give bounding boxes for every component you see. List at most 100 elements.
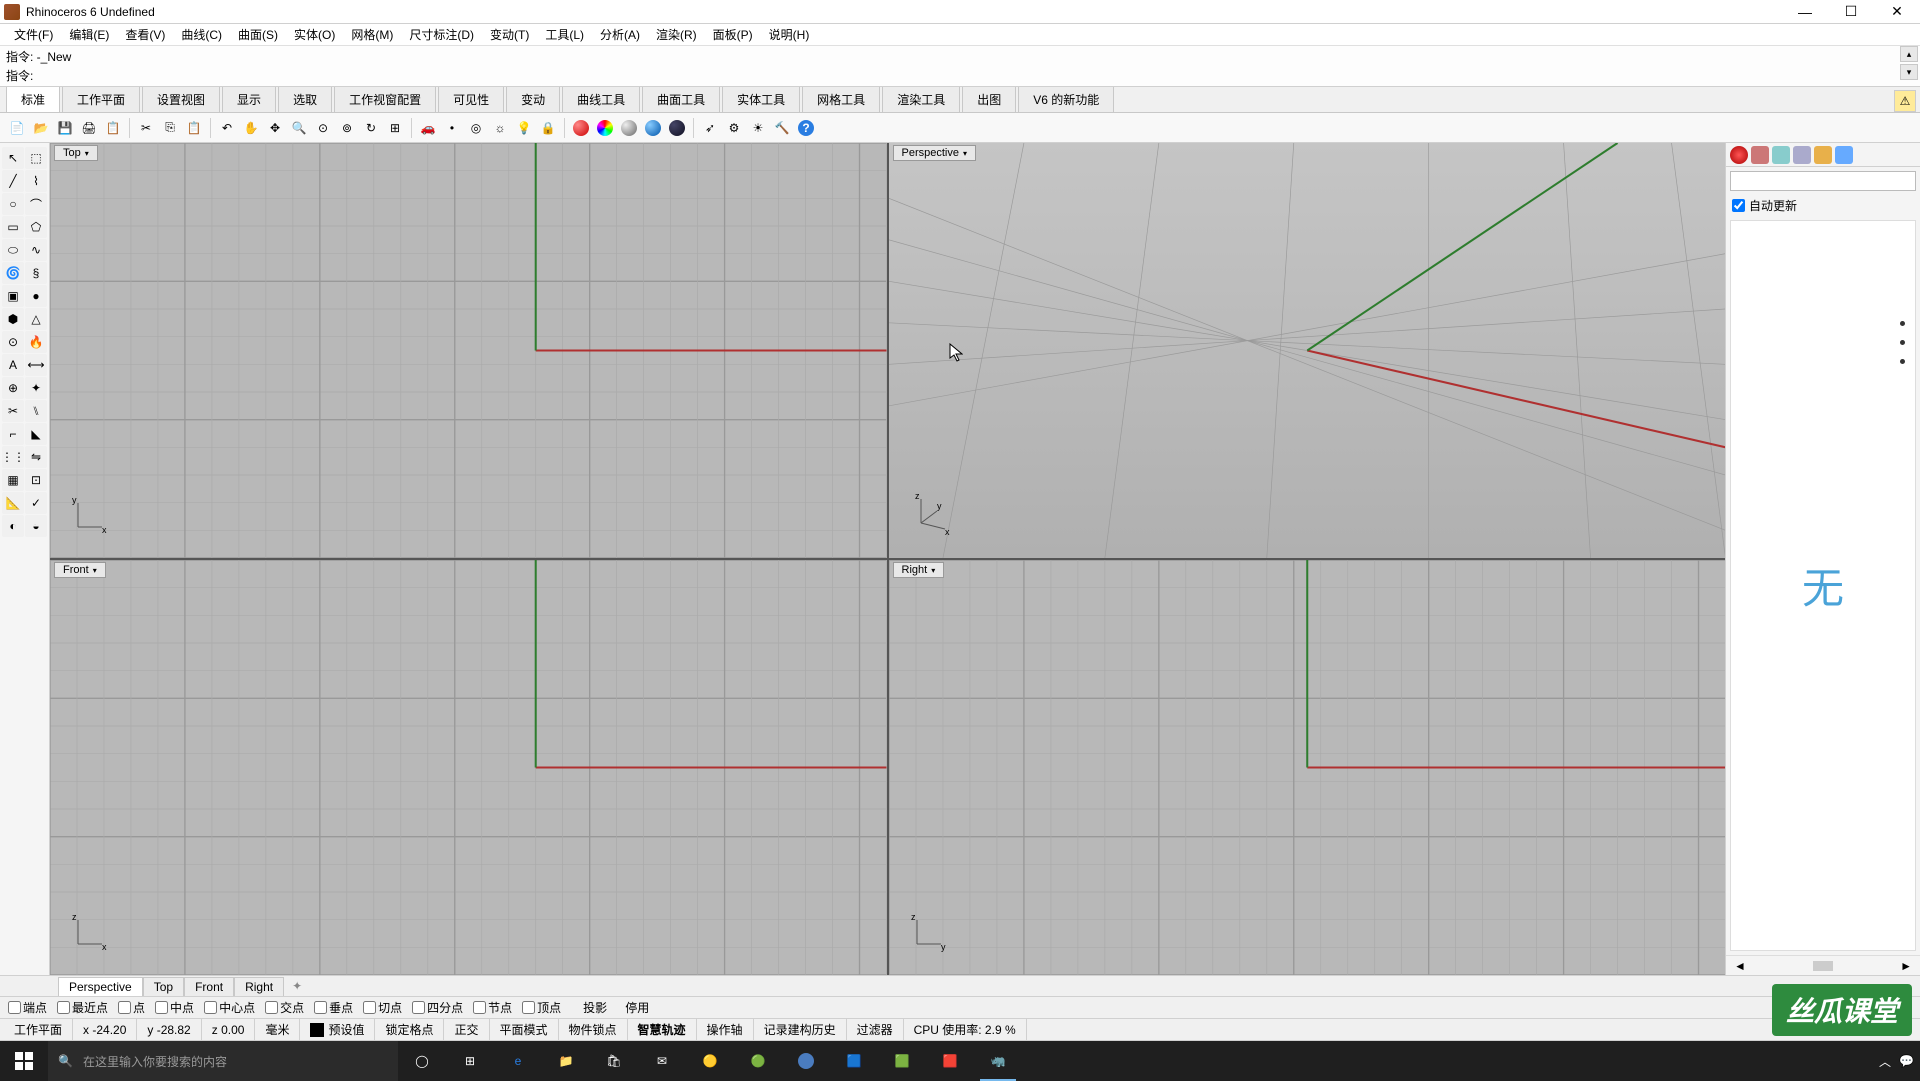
command-scroll-up[interactable]: ▴	[1900, 46, 1918, 62]
array-icon[interactable]: ⋮⋮	[2, 446, 24, 468]
ellipse-icon[interactable]: ⬭	[2, 239, 24, 261]
menu-tools[interactable]: 工具(L)	[537, 24, 592, 45]
right-panel-search[interactable]	[1730, 171, 1916, 191]
tab-render-tools[interactable]: 渲染工具	[882, 86, 960, 112]
cone-icon[interactable]: △	[25, 308, 47, 330]
mirror-icon[interactable]: ⇋	[25, 446, 47, 468]
command-scroll-down[interactable]: ▾	[1900, 64, 1918, 80]
export-icon[interactable]: 📋	[102, 117, 124, 139]
light-icon[interactable]: ☼	[489, 117, 511, 139]
command-input[interactable]	[37, 68, 1914, 82]
chamfer-icon[interactable]: ◣	[25, 423, 47, 445]
maximize-button[interactable]: ☐	[1828, 0, 1874, 24]
polyline-icon[interactable]: ⌇	[25, 170, 47, 192]
check-icon[interactable]: ✓	[25, 492, 47, 514]
arc-icon[interactable]: ⌒	[25, 193, 47, 215]
library-tab-icon[interactable]	[1814, 146, 1832, 164]
paste-icon[interactable]: 📋	[183, 117, 205, 139]
tab-curve-tools[interactable]: 曲线工具	[562, 86, 640, 112]
display-tab-icon[interactable]	[1793, 146, 1811, 164]
menu-render[interactable]: 渲染(R)	[648, 24, 705, 45]
tab-cplanes[interactable]: 工作平面	[62, 86, 140, 112]
start-button[interactable]	[0, 1041, 48, 1081]
snap-icon[interactable]: ⊡	[25, 469, 47, 491]
app1-icon[interactable]: 🟡	[686, 1041, 734, 1081]
sphere-dark-icon[interactable]	[666, 117, 688, 139]
new-icon[interactable]: 📄	[6, 117, 28, 139]
layers-tab-icon[interactable]	[1772, 146, 1790, 164]
rhino-taskbar-icon[interactable]: 🦏	[974, 1041, 1022, 1081]
status-record-history[interactable]: 记录建构历史	[754, 1019, 847, 1040]
edge-icon[interactable]: e	[494, 1041, 542, 1081]
chevron-down-icon[interactable]: ▾	[963, 149, 967, 158]
osnap-disable[interactable]: 停用	[625, 999, 649, 1016]
viewport-top[interactable]: Top▾ yx	[50, 143, 887, 558]
sphere-rainbow-icon[interactable]	[594, 117, 616, 139]
sphere-gray-icon[interactable]	[618, 117, 640, 139]
menu-view[interactable]: 查看(V)	[117, 24, 173, 45]
viewport-tab-perspective[interactable]: Perspective	[58, 977, 143, 996]
taskbar-search[interactable]: 🔍 在这里输入你要搜索的内容	[48, 1041, 398, 1081]
tab-transform[interactable]: 变动	[506, 86, 560, 112]
settings-icon[interactable]: ⚙	[723, 117, 745, 139]
sun-icon[interactable]: ☀	[747, 117, 769, 139]
line-icon[interactable]: ╱	[2, 170, 24, 192]
status-gumball[interactable]: 操作轴	[697, 1019, 754, 1040]
bulb-icon[interactable]: 💡	[513, 117, 535, 139]
menu-help[interactable]: 说明(H)	[761, 24, 818, 45]
undo-icon[interactable]: ↶	[216, 117, 238, 139]
sphere-icon[interactable]: ●	[25, 285, 47, 307]
print-icon[interactable]: 🖨	[78, 117, 100, 139]
explode-icon[interactable]: ✦	[25, 377, 47, 399]
osnap-project[interactable]: 投影	[583, 999, 607, 1016]
point-icon[interactable]: •	[441, 117, 463, 139]
rect-icon[interactable]: ▭	[2, 216, 24, 238]
tab-standard[interactable]: 标准	[6, 86, 60, 112]
tab-drafting[interactable]: 出图	[962, 86, 1016, 112]
explorer-icon[interactable]: 📁	[542, 1041, 590, 1081]
viewport-tab-add[interactable]: ✦	[284, 977, 310, 995]
tab-viewport-layout[interactable]: 工作视窗配置	[334, 86, 436, 112]
sphere-blue-icon[interactable]	[642, 117, 664, 139]
split-icon[interactable]: ⑊	[25, 400, 47, 422]
join-icon[interactable]: ⊕	[2, 377, 24, 399]
trim-icon[interactable]: ✂	[2, 400, 24, 422]
menu-transform[interactable]: 变动(T)	[482, 24, 537, 45]
redo-icon[interactable]: ✋	[240, 117, 262, 139]
system-tray[interactable]: ︿ 💬	[1879, 1053, 1920, 1070]
viewport-front-label[interactable]: Front▾	[54, 562, 106, 578]
minimize-button[interactable]: —	[1782, 0, 1828, 24]
panel-next-icon[interactable]: ►	[1900, 959, 1912, 973]
shade-icon[interactable]: ◒	[25, 515, 47, 537]
render-icon[interactable]: ◐	[2, 515, 24, 537]
mail-icon[interactable]: ✉	[638, 1041, 686, 1081]
close-button[interactable]: ✕	[1874, 0, 1920, 24]
menu-panels[interactable]: 面板(P)	[705, 24, 761, 45]
pointer-icon[interactable]: ↖	[2, 147, 24, 169]
viewport-right[interactable]: Right▾ zy	[889, 560, 1726, 975]
select-arrow-icon[interactable]: ➶	[699, 117, 721, 139]
menu-solid[interactable]: 实体(O)	[286, 24, 343, 45]
tab-surface-tools[interactable]: 曲面工具	[642, 86, 720, 112]
spiral-icon[interactable]: 🌀	[2, 262, 24, 284]
app6-icon[interactable]: 🟥	[926, 1041, 974, 1081]
help-icon[interactable]: ?	[795, 117, 817, 139]
viewport-tab-top[interactable]: Top	[143, 977, 184, 996]
viewport-front[interactable]: Front▾ zx	[50, 560, 887, 975]
menu-surface[interactable]: 曲面(S)	[230, 24, 286, 45]
menu-curve[interactable]: 曲线(C)	[173, 24, 230, 45]
circle-icon[interactable]: ○	[2, 193, 24, 215]
status-planar[interactable]: 平面模式	[490, 1019, 559, 1040]
cut-icon[interactable]: ✂	[135, 117, 157, 139]
lasso-icon[interactable]: ⬚	[25, 147, 47, 169]
grid-icon[interactable]: ▦	[2, 469, 24, 491]
auto-update-checkbox[interactable]	[1732, 199, 1745, 212]
status-units[interactable]: 毫米	[255, 1019, 300, 1040]
tab-mesh-tools[interactable]: 网格工具	[802, 86, 880, 112]
tab-visibility[interactable]: 可见性	[438, 86, 504, 112]
cortana-icon[interactable]: ⊞	[446, 1041, 494, 1081]
copy-icon[interactable]: ⎘	[159, 117, 181, 139]
app4-icon[interactable]: 🟦	[830, 1041, 878, 1081]
rotate-view-icon[interactable]: ↻	[360, 117, 382, 139]
materials-tab-icon[interactable]	[1751, 146, 1769, 164]
